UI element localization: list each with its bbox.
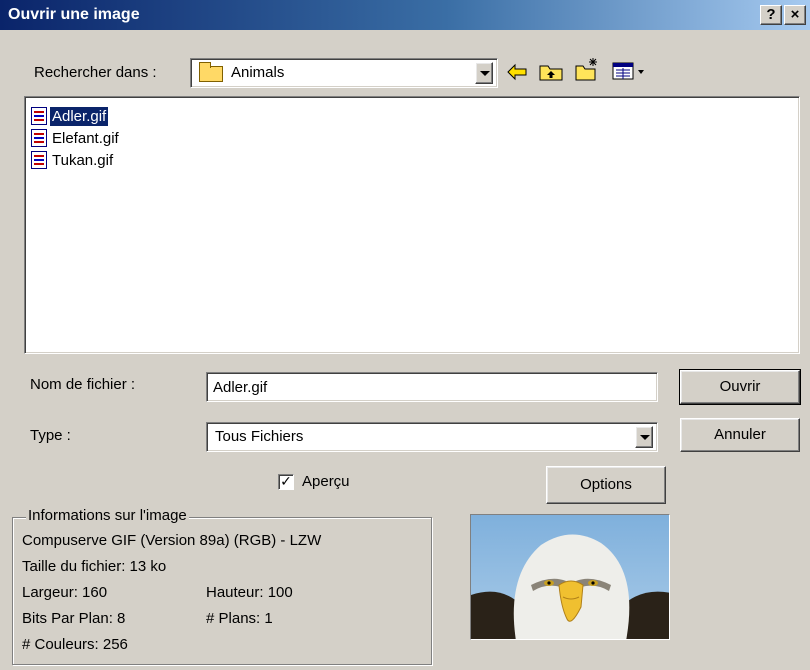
window-title: Ouvrir une image xyxy=(8,6,140,23)
image-preview xyxy=(470,514,670,640)
info-width: Largeur: 160 xyxy=(22,584,108,601)
lookin-combo[interactable]: Animals xyxy=(190,58,498,88)
image-info-legend: Informations sur l'image xyxy=(26,507,189,524)
view-menu-icon[interactable] xyxy=(612,62,650,82)
type-value: Tous Fichiers xyxy=(215,428,304,445)
info-height: Hauteur: 100 xyxy=(206,584,293,601)
info-filesize: Taille du fichier: 13 ko xyxy=(22,558,167,575)
info-format: Compuserve GIF (Version 89a) (RGB) - LZW xyxy=(22,532,322,549)
file-item-elefant[interactable]: Elefant.gif xyxy=(31,127,793,149)
new-folder-icon[interactable] xyxy=(574,56,600,82)
type-select[interactable]: Tous Fichiers xyxy=(206,422,658,452)
gif-file-icon xyxy=(31,129,47,147)
lookin-dropdown-button[interactable] xyxy=(475,62,493,84)
title-bar[interactable]: Ouvrir une image ? × xyxy=(0,0,810,30)
file-item-tukan[interactable]: Tukan.gif xyxy=(31,149,793,171)
file-item-adler[interactable]: Adler.gif xyxy=(31,105,793,127)
info-bits: Bits Par Plan: 8 xyxy=(22,610,126,627)
open-button[interactable]: Ouvrir xyxy=(679,369,801,405)
eagle-image xyxy=(471,534,669,639)
file-list[interactable]: Adler.gif Elefant.gif Tukan.gif xyxy=(24,96,800,354)
lookin-value: Animals xyxy=(231,64,285,81)
file-name: Elefant.gif xyxy=(52,129,119,147)
type-label: Type : xyxy=(30,427,71,444)
filename-input[interactable] xyxy=(206,372,658,402)
cancel-button[interactable]: Annuler xyxy=(680,418,800,452)
gif-file-icon xyxy=(31,107,47,125)
filename-label: Nom de fichier : xyxy=(30,376,136,393)
close-button[interactable]: × xyxy=(784,5,806,25)
type-dropdown-button[interactable] xyxy=(635,426,653,448)
back-arrow-icon[interactable] xyxy=(506,62,528,82)
file-name: Adler.gif xyxy=(48,105,110,127)
options-button[interactable]: Options xyxy=(546,466,666,504)
up-folder-icon[interactable] xyxy=(538,60,564,82)
info-planes: # Plans: 1 xyxy=(206,610,273,627)
lookin-label: Rechercher dans : xyxy=(34,64,157,81)
preview-checkbox[interactable]: ✓ xyxy=(278,474,294,490)
preview-label[interactable]: Aperçu xyxy=(302,473,350,490)
file-name: Tukan.gif xyxy=(52,151,114,169)
help-button[interactable]: ? xyxy=(760,5,782,25)
gif-file-icon xyxy=(31,151,47,169)
folder-icon xyxy=(199,62,223,82)
info-colors: # Couleurs: 256 xyxy=(22,636,128,653)
